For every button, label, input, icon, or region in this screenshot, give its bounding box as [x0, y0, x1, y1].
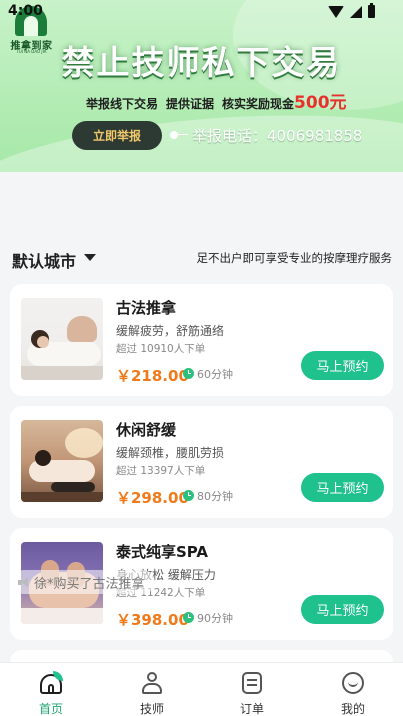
service-desc: 缓解颈椎，腰肌劳损	[116, 446, 225, 460]
subline-item: 核实奖励现金	[222, 97, 295, 111]
subline-item: 举报线下交易	[86, 97, 159, 111]
service-title: 泰式纯享SPA	[116, 543, 209, 561]
speaker-icon	[18, 576, 29, 588]
wifi-icon	[328, 5, 344, 18]
tab-technician[interactable]: 技师	[122, 669, 182, 716]
service-price: ￥398.00	[116, 611, 189, 629]
service-title: 休闲舒缓	[116, 421, 177, 439]
banner-subline: 举报线下交易 提供证据 核实奖励现金500元	[86, 88, 347, 113]
service-price: ￥218.00	[116, 367, 189, 385]
service-sold-count: 超过 13397人下单	[116, 465, 206, 477]
book-now-button[interactable]: 马上预约	[301, 595, 384, 624]
clock-icon	[183, 490, 194, 501]
purchase-toast-text: 徐*购买了古法推拿	[34, 576, 145, 592]
reward-amount: 500元	[294, 93, 347, 113]
book-now-button[interactable]: 马上预约	[301, 473, 384, 502]
status-icons	[328, 3, 375, 18]
home-icon	[40, 671, 63, 695]
technician-icon	[141, 671, 163, 695]
promo-banner[interactable]: 4:00 推拿到家 TUI NA DAO JIA 禁止技师私下交易 举报线下交易…	[0, 0, 403, 172]
book-now-button[interactable]: 马上预约	[301, 351, 384, 380]
subline-item: 提供证据	[166, 97, 215, 111]
brand-logo-subtext: TUI NA DAO JIA	[16, 49, 47, 54]
tab-home[interactable]: 首页	[21, 669, 81, 716]
city-slogan: 足不出户即可享受专业的按摩理疗服务	[196, 251, 393, 265]
service-title: 古法推拿	[116, 299, 177, 317]
banner-headline: 禁止技师私下交易	[61, 43, 342, 82]
tab-label: 技师	[139, 702, 164, 716]
service-price: ￥298.00	[116, 489, 189, 507]
city-bar: 默认城市 足不出户即可享受专业的按摩理疗服务	[0, 244, 403, 272]
bottom-tab-bar: 首页 技师 订单 我的	[0, 662, 403, 716]
purchase-toast: 徐*购买了古法推拿	[12, 570, 155, 594]
signal-icon	[350, 5, 362, 18]
tab-profile[interactable]: 我的	[323, 669, 383, 716]
tab-label: 首页	[38, 702, 63, 716]
service-card[interactable]: 古法推拿 缓解疲劳，舒筋通络 超过 10910人下单 ￥218.00 60分钟 …	[10, 284, 393, 396]
service-duration: 90分钟	[197, 612, 233, 625]
connector-dot	[170, 131, 178, 139]
service-sold-count: 超过 10910人下单	[116, 343, 206, 355]
tab-label: 我的	[340, 702, 365, 716]
status-time: 4:00	[8, 3, 43, 19]
service-photo[interactable]	[21, 298, 103, 380]
service-desc: 缓解疲劳，舒筋通络	[116, 324, 225, 338]
service-photo[interactable]	[21, 420, 103, 502]
report-button[interactable]: 立即举报	[72, 121, 162, 150]
city-selector[interactable]: 默认城市	[12, 248, 76, 272]
tab-label: 订单	[239, 702, 264, 716]
clock-icon	[183, 368, 194, 379]
order-icon	[241, 671, 263, 695]
service-card[interactable]: 休闲舒缓 缓解颈椎，腰肌劳损 超过 13397人下单 ￥298.00 80分钟 …	[10, 406, 393, 518]
caret-down-icon[interactable]	[84, 254, 96, 261]
profile-icon	[342, 671, 364, 695]
connector-line	[178, 134, 188, 135]
service-duration: 80分钟	[197, 490, 233, 503]
battery-icon	[368, 3, 375, 18]
tab-order[interactable]: 订单	[222, 669, 282, 716]
clock-icon	[183, 612, 194, 623]
service-duration: 60分钟	[197, 368, 233, 381]
report-hotline[interactable]: 举报电话：4006981858	[192, 125, 362, 146]
